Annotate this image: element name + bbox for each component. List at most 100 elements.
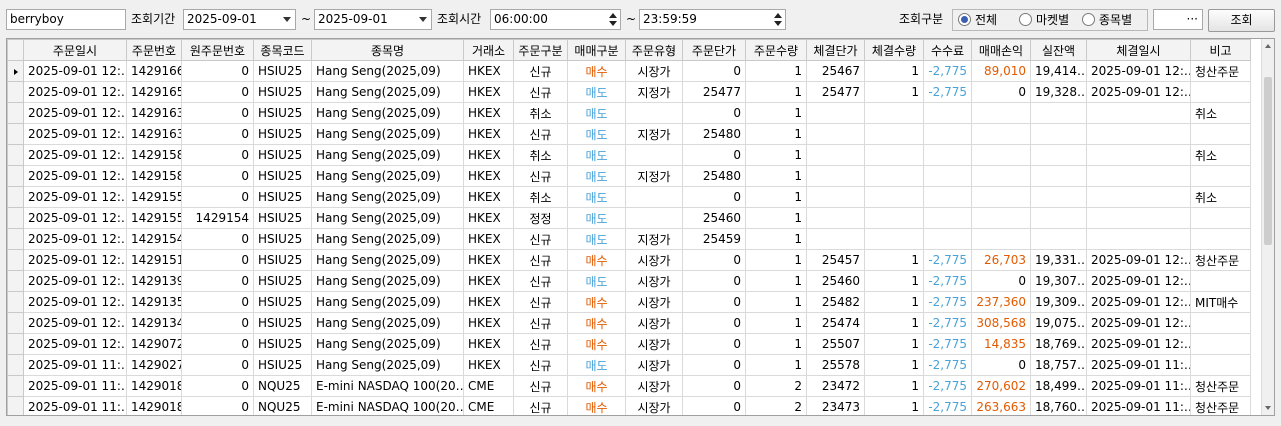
table-row[interactable]: 2025-09-01 11:… 1429018 0 NQU25 E-mini NASDA… (7, 375, 1251, 397)
cell-exchange: HKEX (463, 249, 514, 271)
cell-fee (923, 165, 972, 187)
table-row[interactable]: 2025-09-01 12:… 1429134 0 HSIU25 Hang Seng(2… (7, 312, 1251, 334)
cell-order-type: 지정가 (625, 123, 683, 145)
cell-order-time: 2025-09-01 12:… (23, 291, 127, 313)
column-header-side[interactable]: 매매구분 (567, 39, 626, 61)
kind-label: 조회구분 (899, 12, 944, 26)
kind-radio-group: 전체 마켓별 종목별 (952, 9, 1148, 31)
time-to-spinner[interactable]: 23:59:59 (639, 9, 786, 30)
radio-all[interactable]: 전체 (958, 12, 997, 28)
column-header-pnl[interactable]: 매매손익 (971, 39, 1031, 61)
cell-fill-time (1086, 207, 1191, 229)
table-row[interactable]: 2025-09-01 12:… 1429158 0 HSIU25 Hang Seng(2… (7, 144, 1251, 166)
table-row[interactable]: 2025-09-01 12:… 1429163 0 HSIU25 Hang Seng(2… (7, 123, 1251, 145)
cell-order-qty: 1 (745, 60, 807, 82)
table-row[interactable]: 2025-09-01 11:… 1429027 0 HSIU25 Hang Seng(2… (7, 354, 1251, 376)
spinner-arrows-icon[interactable] (773, 11, 783, 28)
cell-fill-time (1086, 186, 1191, 208)
radio-by-symbol[interactable]: 종목별 (1082, 12, 1132, 28)
vertical-scrollbar[interactable] (1261, 39, 1274, 415)
cell-fill-qty (864, 228, 924, 250)
table-row[interactable]: 2025-09-01 12:… 1429151 0 HSIU25 Hang Seng(2… (7, 249, 1251, 271)
cell-order-time: 2025-09-01 12:… (23, 333, 127, 355)
account-field[interactable]: berryboy (6, 9, 126, 30)
row-indicator (7, 249, 24, 271)
scroll-thumb[interactable] (1264, 77, 1272, 245)
cell-order-qty: 1 (745, 123, 807, 145)
radio-by-market[interactable]: 마켓별 (1019, 12, 1069, 28)
cell-order-kind: 신규 (513, 228, 568, 250)
table-row[interactable]: 2025-09-01 12:… 1429163 0 HSIU25 Hang Seng(2… (7, 102, 1251, 124)
cell-order-kind: 신규 (513, 165, 568, 187)
column-header-remark[interactable]: 비고 (1190, 39, 1251, 61)
cell-symbol-name: Hang Seng(2025,09) (311, 186, 464, 208)
cell-fill-price: 25457 (806, 249, 865, 271)
cell-symbol-code: HSIU25 (253, 60, 312, 82)
search-button[interactable]: 조회 (1208, 9, 1275, 32)
cell-side: 매도 (567, 81, 626, 103)
cell-order-type (625, 102, 683, 124)
date-to-picker[interactable]: 2025-09-01 (314, 9, 432, 30)
cell-symbol-code: HSIU25 (253, 81, 312, 103)
column-header-symbol-code[interactable]: 종목코드 (253, 39, 312, 61)
cell-remark (1190, 270, 1251, 292)
symbol-select-field[interactable]: ··· (1153, 9, 1203, 30)
cell-exchange: HKEX (463, 186, 514, 208)
cell-fee: -2,775 (923, 396, 972, 415)
dropdown-arrow-icon[interactable] (283, 17, 291, 22)
table-row[interactable]: 2025-09-01 12:… 1429155 1429154 HSIU25 Hang … (7, 207, 1251, 229)
table-row[interactable]: 2025-09-01 12:… 1429155 0 HSIU25 Hang Seng(2… (7, 186, 1251, 208)
column-header-order-no[interactable]: 주문번호 (126, 39, 182, 61)
cell-order-type: 지정가 (625, 165, 683, 187)
time-from-value: 06:00:00 (494, 12, 548, 26)
time-from-spinner[interactable]: 06:00:00 (490, 9, 621, 30)
column-header-orig-order-no[interactable]: 원주문번호 (181, 39, 254, 61)
table-row[interactable]: 2025-09-01 12:… 1429072 0 HSIU25 Hang Seng(2… (7, 333, 1251, 355)
column-header-order-type[interactable]: 주문유형 (625, 39, 683, 61)
column-header-order-price[interactable]: 주문단가 (682, 39, 746, 61)
scroll-up-icon[interactable] (1265, 44, 1271, 48)
table-row[interactable]: 2025-09-01 12:… 1429135 0 HSIU25 Hang Seng(2… (7, 291, 1251, 313)
ellipsis-icon[interactable]: ··· (1187, 12, 1198, 26)
cell-order-kind: 취소 (513, 144, 568, 166)
table-row[interactable]: 2025-09-01 12:… 1429166 0 HSIU25 Hang Seng(2… (7, 60, 1251, 82)
row-indicator (7, 102, 24, 124)
column-header-exchange[interactable]: 거래소 (463, 39, 514, 61)
cell-order-qty: 1 (745, 270, 807, 292)
cell-exchange: HKEX (463, 81, 514, 103)
column-header-order-qty[interactable]: 주문수량 (745, 39, 807, 61)
cell-fill-time (1086, 228, 1191, 250)
column-header-order-kind[interactable]: 주문구분 (513, 39, 568, 61)
table-row[interactable]: 2025-09-01 12:… 1429139 0 HSIU25 Hang Seng(2… (7, 270, 1251, 292)
dropdown-arrow-icon[interactable] (419, 17, 427, 22)
cell-order-type: 지정가 (625, 81, 683, 103)
column-header-symbol-name[interactable]: 종목명 (311, 39, 464, 61)
column-header-fee[interactable]: 수수료 (923, 39, 972, 61)
cell-balance: 19,328… (1030, 81, 1087, 103)
table-row[interactable]: 2025-09-01 12:… 1429158 0 HSIU25 Hang Seng(2… (7, 165, 1251, 187)
cell-orig-order-no: 0 (181, 228, 254, 250)
cell-fee: -2,775 (923, 60, 972, 82)
column-header-fill-price[interactable]: 체결단가 (806, 39, 865, 61)
cell-balance (1030, 228, 1087, 250)
cell-orig-order-no: 0 (181, 102, 254, 124)
row-indicator-header (7, 39, 24, 61)
column-header-order-time[interactable]: 주문일시 (23, 39, 127, 61)
cell-order-no: 1429151 (126, 249, 182, 271)
table-row[interactable]: 2025-09-01 12:… 1429154 0 HSIU25 Hang Seng(2… (7, 228, 1251, 250)
date-from-picker[interactable]: 2025-09-01 (183, 9, 296, 30)
column-header-fill-qty[interactable]: 체결수량 (864, 39, 924, 61)
table-row[interactable]: 2025-09-01 11:… 1429018 0 NQU25 E-mini NASDA… (7, 396, 1251, 415)
column-header-fill-time[interactable]: 체결일시 (1086, 39, 1191, 61)
cell-fill-time: 2025-09-01 12:… (1086, 249, 1191, 271)
scroll-down-icon[interactable] (1265, 406, 1271, 410)
table-row[interactable]: 2025-09-01 12:… 1429165 0 HSIU25 Hang Seng(2… (7, 81, 1251, 103)
cell-pnl: 237,360 (971, 291, 1031, 313)
row-indicator (7, 228, 24, 250)
column-header-balance[interactable]: 실잔액 (1030, 39, 1087, 61)
spinner-arrows-icon[interactable] (608, 11, 618, 28)
cell-fill-time (1086, 123, 1191, 145)
radio-by-market-label: 마켓별 (1036, 13, 1070, 27)
cell-fee: -2,775 (923, 354, 972, 376)
cell-order-time: 2025-09-01 12:… (23, 186, 127, 208)
